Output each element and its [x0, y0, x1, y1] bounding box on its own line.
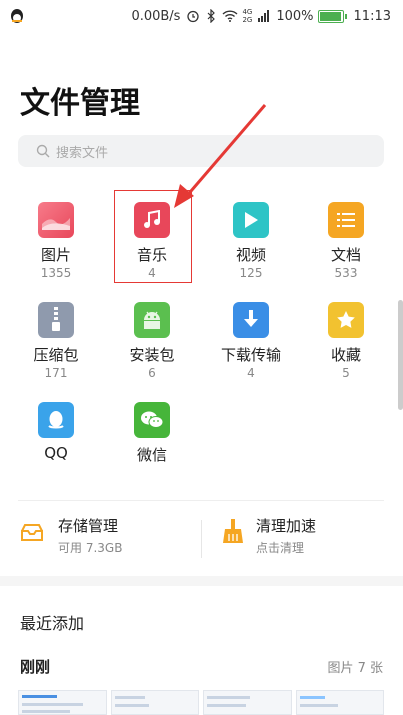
category-archives[interactable]: 压缩包 171	[21, 302, 91, 380]
download-icon	[233, 302, 269, 338]
category-count: 125	[239, 266, 263, 280]
net-speed: 0.00B/s	[131, 8, 181, 24]
category-count: 171	[44, 366, 68, 380]
page-title: 文件管理	[20, 86, 140, 121]
storage-tray-icon	[21, 524, 43, 541]
category-count: 6	[148, 366, 156, 380]
thumbnail[interactable]	[110, 690, 199, 715]
storage-management[interactable]: 存储管理 可用 7.3GB	[20, 515, 122, 556]
bluetooth-icon	[206, 9, 216, 23]
search-icon	[36, 144, 50, 158]
category-label: 图片	[40, 246, 71, 264]
clock: 11:13	[353, 8, 391, 24]
category-label: 下载传输	[220, 346, 281, 364]
recent-image-count[interactable]: 图片 7 张	[327, 657, 383, 676]
storage-title: 存储管理	[58, 517, 119, 535]
category-count: 533	[334, 266, 358, 280]
cleanup-title: 清理加速	[256, 517, 317, 535]
category-qq[interactable]: QQ	[21, 402, 91, 462]
signal-icon	[258, 10, 270, 22]
qq-notification-icon	[11, 9, 23, 23]
thumbnail[interactable]	[203, 690, 292, 715]
scrollbar[interactable]	[398, 300, 403, 410]
alarm-icon	[186, 9, 200, 23]
network-type-bottom: 2G	[242, 16, 253, 24]
wechat-icon	[134, 402, 170, 438]
network-type: 4G 2G	[242, 8, 252, 24]
category-favorites[interactable]: 收藏 5	[311, 302, 381, 380]
category-videos[interactable]: 视频 125	[216, 202, 286, 280]
annotation-arrow	[174, 104, 267, 208]
recent-thumbnails	[18, 690, 384, 715]
star-icon	[328, 302, 364, 338]
category-label: 安装包	[129, 346, 175, 364]
search-placeholder: 搜索文件	[56, 145, 109, 161]
category-images[interactable]: 图片 1355	[21, 202, 91, 280]
broom-icon	[223, 519, 243, 543]
section-gap	[0, 576, 403, 586]
thumbnail[interactable]	[295, 690, 384, 715]
category-apks[interactable]: 安装包 6	[117, 302, 187, 380]
image-icon	[38, 202, 74, 238]
category-label: 收藏	[330, 346, 361, 364]
category-wechat[interactable]: 微信	[117, 402, 187, 465]
recent-title: 最近添加	[20, 614, 85, 633]
category-label: 微信	[136, 446, 167, 464]
category-count: 5	[342, 366, 350, 380]
category-downloads[interactable]: 下载传输 4	[216, 302, 286, 380]
storage-subtitle: 可用 7.3GB	[58, 541, 123, 555]
cleanup-subtitle: 点击清理	[256, 541, 305, 555]
category-label: QQ	[44, 444, 68, 462]
category-label: 压缩包	[33, 346, 79, 364]
category-count: 4	[247, 366, 255, 380]
recent-group-title: 刚刚	[20, 658, 51, 676]
network-type-top: 4G	[242, 8, 253, 16]
status-bar: 0.00B/s 4G 2G 100% 11:13	[0, 0, 403, 32]
divider	[18, 500, 384, 501]
category-documents[interactable]: 文档 533	[311, 202, 381, 280]
battery-percent: 100%	[276, 8, 314, 24]
category-label: 视频	[235, 246, 266, 264]
cleanup-accelerate[interactable]: 清理加速 点击清理	[222, 515, 316, 556]
category-label: 文档	[330, 246, 361, 264]
qq-icon	[38, 402, 74, 438]
wifi-icon	[222, 10, 238, 22]
thumbnail[interactable]	[18, 690, 107, 715]
vertical-separator	[201, 520, 202, 558]
document-icon	[328, 202, 364, 238]
android-icon	[134, 302, 170, 338]
category-count: 1355	[40, 266, 72, 280]
battery-icon	[317, 9, 347, 23]
zip-icon	[38, 302, 74, 338]
